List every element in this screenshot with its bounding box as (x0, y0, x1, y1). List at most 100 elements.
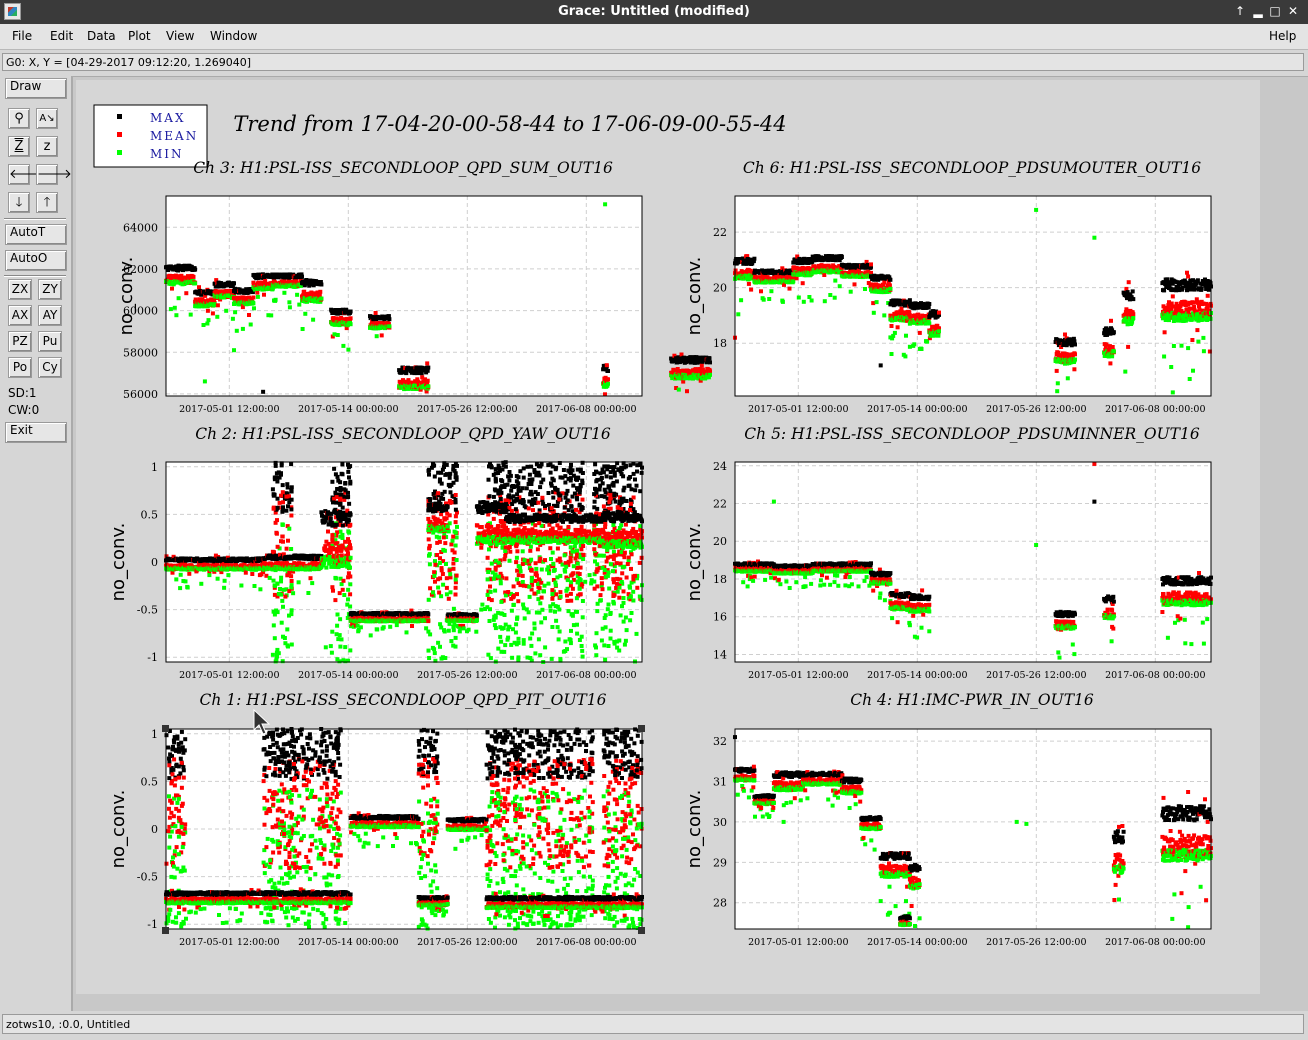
point-min (563, 640, 567, 644)
point-max (509, 489, 513, 493)
point-mean (853, 282, 857, 286)
point-mean (521, 562, 525, 566)
point-min (334, 577, 338, 581)
point-max (300, 275, 304, 279)
point-min (849, 290, 853, 294)
point-min (599, 554, 603, 558)
point-max (454, 462, 458, 466)
point-min (427, 649, 431, 653)
chart-title: Ch 3: H1:PSL-ISS_SECONDLOOP_QPD_SUM_OUT1… (193, 159, 613, 177)
point-max (566, 498, 570, 502)
point-max (336, 475, 340, 479)
point-mean (558, 590, 562, 594)
point-max (606, 369, 610, 373)
point-min (547, 571, 551, 575)
point-mean (1185, 271, 1189, 275)
point-max (522, 476, 526, 480)
point-mean (635, 586, 639, 590)
point-mean (822, 273, 826, 277)
legend-mean-label: MEAN (150, 129, 198, 143)
point-min (617, 649, 621, 653)
point-min (517, 637, 521, 641)
point-mean (499, 519, 503, 523)
point-max (436, 471, 440, 475)
point-min (511, 627, 515, 631)
point-min (556, 625, 560, 629)
point-min (616, 590, 620, 594)
point-mean (330, 585, 334, 589)
point-min (441, 655, 445, 659)
point-max (454, 508, 458, 512)
point-mean (437, 591, 441, 595)
point-min (311, 318, 315, 322)
point-min (521, 580, 525, 584)
point-min (739, 298, 743, 302)
point-mean (611, 577, 615, 581)
point-max (580, 479, 584, 483)
point-max (601, 468, 605, 472)
point-min (289, 612, 293, 616)
point-min (638, 595, 642, 599)
point-mean (454, 586, 458, 590)
point-min (1162, 355, 1166, 359)
point-min (428, 552, 432, 556)
point-max (558, 494, 562, 498)
point-max (348, 464, 352, 468)
point-min (1110, 354, 1114, 358)
point-mean (543, 558, 547, 562)
point-min (342, 593, 346, 597)
point-min (530, 632, 534, 636)
point-max (571, 484, 575, 488)
point-min (287, 300, 291, 304)
point-min (537, 637, 541, 641)
point-mean (349, 316, 353, 320)
point-min (348, 648, 352, 652)
point-min (343, 645, 347, 649)
point-min (543, 616, 547, 620)
point-mean (612, 594, 616, 598)
point-min (611, 523, 615, 527)
plot-canvas[interactable]: MAX MEAN MIN Trend from 17-04-20-00-58-4… (0, 0, 1308, 1040)
point-mean (338, 591, 342, 595)
point-min (224, 309, 228, 313)
point-min (601, 627, 605, 631)
point-mean (569, 599, 573, 603)
point-min (503, 643, 507, 647)
point-max (508, 470, 512, 474)
point-mean (1131, 312, 1135, 316)
point-min (346, 597, 350, 601)
point-max (600, 476, 604, 480)
point-min (449, 639, 453, 643)
point-min (1188, 377, 1192, 381)
point-min (272, 623, 276, 627)
point-max (708, 356, 712, 360)
point-mean (433, 563, 437, 567)
point-max (348, 482, 352, 486)
point-min (708, 373, 712, 377)
point-min (828, 293, 832, 297)
point-max (927, 302, 931, 306)
point-mean (685, 389, 689, 393)
point-mean (504, 545, 508, 549)
point-min (551, 551, 555, 555)
point-mean (517, 581, 521, 585)
point-max (494, 471, 498, 475)
point-mean (747, 282, 751, 286)
point-mean (262, 293, 266, 297)
point-max (601, 481, 605, 485)
point-min (506, 627, 510, 631)
point-min (281, 635, 285, 639)
point-max (1073, 343, 1077, 347)
point-mean (433, 580, 437, 584)
point-min (274, 657, 278, 661)
point-max (488, 494, 492, 498)
point-mean (1108, 361, 1112, 365)
point-min (549, 557, 553, 561)
point-max (595, 478, 599, 482)
point-min (833, 279, 837, 283)
point-max (592, 492, 596, 496)
point-min (607, 587, 611, 591)
point-min (536, 590, 540, 594)
legend-marker-min (117, 150, 122, 155)
point-max (507, 478, 511, 482)
